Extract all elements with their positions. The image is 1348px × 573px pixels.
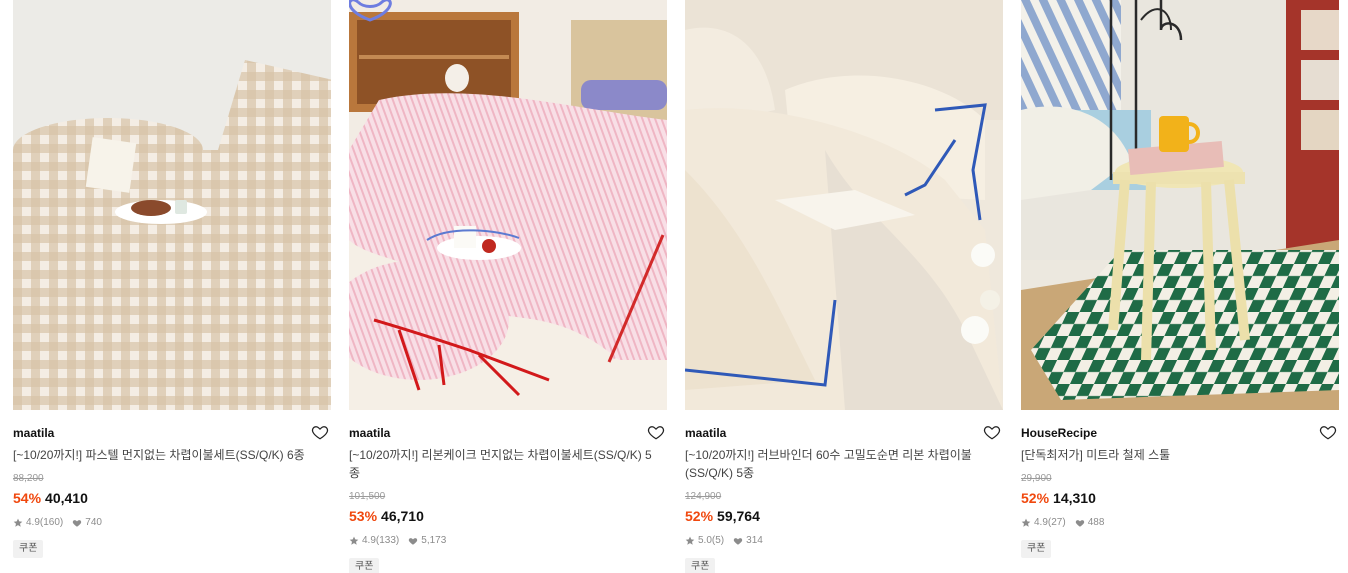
- star-icon: [685, 536, 695, 546]
- brand-name[interactable]: HouseRecipe: [1021, 426, 1097, 440]
- heart-filled-icon: [733, 536, 743, 546]
- like-heart-icon[interactable]: [1319, 423, 1337, 441]
- like-heart-icon[interactable]: [311, 423, 329, 441]
- like-count: 740: [85, 517, 102, 528]
- rating: 4.9: [362, 535, 376, 546]
- sale-price: 40,410: [45, 490, 88, 506]
- product-card[interactable]: maatila [~10/20까지!] 리본케이크 먼지없는 차렵이불세트(SS…: [349, 0, 667, 573]
- product-stats: 4.9 (160) 740: [13, 516, 331, 530]
- brand-row: maatila: [13, 424, 331, 442]
- star-icon: [349, 536, 359, 546]
- star-icon: [1021, 518, 1031, 528]
- discount-rate: 52%: [1021, 490, 1050, 506]
- rating: 4.9: [26, 517, 40, 528]
- product-stats: 4.9 (27) 488: [1021, 516, 1339, 530]
- original-price: 88,200: [13, 473, 44, 484]
- discount-rate: 54%: [13, 490, 42, 506]
- review-count: (27): [1047, 517, 1066, 528]
- heart-filled-icon: [408, 536, 418, 546]
- price-block: 88,200 54% 40,410 4.9 (160) 740 쿠폰: [13, 472, 331, 558]
- product-stats: 5.0 (5) 314: [685, 534, 1003, 548]
- like-count: 488: [1087, 517, 1105, 528]
- heart-filled-icon: [1075, 518, 1085, 528]
- brand-row: maatila: [349, 424, 667, 442]
- product-image[interactable]: [13, 0, 331, 410]
- brand-row: HouseRecipe: [1021, 424, 1339, 442]
- product-title[interactable]: [단독최저가] 미트라 철제 스툴: [1021, 446, 1333, 464]
- review-count: (133): [375, 535, 400, 546]
- product-stats: 4.9 (133) 5,173: [349, 534, 667, 548]
- product-title[interactable]: [~10/20까지!] 러브바인더 60수 고밀도순면 리본 차렵이불(SS/Q…: [685, 446, 997, 482]
- coupon-badge: 쿠폰: [13, 540, 44, 558]
- product-card[interactable]: maatila [~10/20까지!] 러브바인더 60수 고밀도순면 리본 차…: [685, 0, 1003, 573]
- original-price: 101,500: [349, 491, 386, 502]
- product-card[interactable]: HouseRecipe [단독최저가] 미트라 철제 스툴 29,900 52%…: [1021, 0, 1339, 573]
- rating: 5.0: [698, 535, 712, 546]
- coupon-badge: 쿠폰: [349, 558, 380, 573]
- brand-name[interactable]: maatila: [13, 426, 54, 440]
- product-grid: maatila [~10/20까지!] 파스텔 먼지없는 차렵이불세트(SS/Q…: [13, 0, 1339, 573]
- review-count: (5): [711, 535, 725, 546]
- brand-name[interactable]: maatila: [685, 426, 726, 440]
- price-line: 52% 14,310: [1021, 489, 1339, 507]
- price-line: 53% 46,710: [349, 507, 667, 525]
- product-image[interactable]: [349, 0, 667, 410]
- product-title[interactable]: [~10/20까지!] 리본케이크 먼지없는 차렵이불세트(SS/Q/K) 5종: [349, 446, 661, 482]
- brand-row: maatila: [685, 424, 1003, 442]
- like-heart-icon[interactable]: [983, 423, 1001, 441]
- price-line: 52% 59,764: [685, 507, 1003, 525]
- product-image[interactable]: [685, 0, 1003, 410]
- original-price: 29,900: [1021, 473, 1052, 484]
- sale-price: 46,710: [381, 508, 424, 524]
- discount-rate: 53%: [349, 508, 378, 524]
- original-price: 124,900: [685, 491, 722, 502]
- coupon-badge: 쿠폰: [685, 558, 716, 573]
- star-icon: [13, 518, 23, 528]
- rating: 4.9: [1034, 517, 1048, 528]
- discount-rate: 52%: [685, 508, 714, 524]
- like-count: 314: [746, 535, 763, 546]
- review-count: (160): [39, 517, 64, 528]
- sale-price: 59,764: [717, 508, 760, 524]
- product-title[interactable]: [~10/20까지!] 파스텔 먼지없는 차렵이불세트(SS/Q/K) 6종: [13, 446, 325, 464]
- product-image[interactable]: [1021, 0, 1339, 410]
- brand-name[interactable]: maatila: [349, 426, 390, 440]
- price-line: 54% 40,410: [13, 489, 331, 507]
- price-block: 124,900 52% 59,764 5.0 (5) 314 쿠폰: [685, 490, 1003, 573]
- sale-price: 14,310: [1053, 490, 1096, 506]
- price-block: 101,500 53% 46,710 4.9 (133) 5,173 쿠폰: [349, 490, 667, 573]
- like-count: 5,173: [421, 535, 447, 546]
- like-heart-icon[interactable]: [647, 423, 665, 441]
- product-card[interactable]: maatila [~10/20까지!] 파스텔 먼지없는 차렵이불세트(SS/Q…: [13, 0, 331, 573]
- coupon-badge: 쿠폰: [1021, 540, 1052, 558]
- heart-filled-icon: [72, 518, 82, 528]
- price-block: 29,900 52% 14,310 4.9 (27) 488 쿠폰: [1021, 472, 1339, 558]
